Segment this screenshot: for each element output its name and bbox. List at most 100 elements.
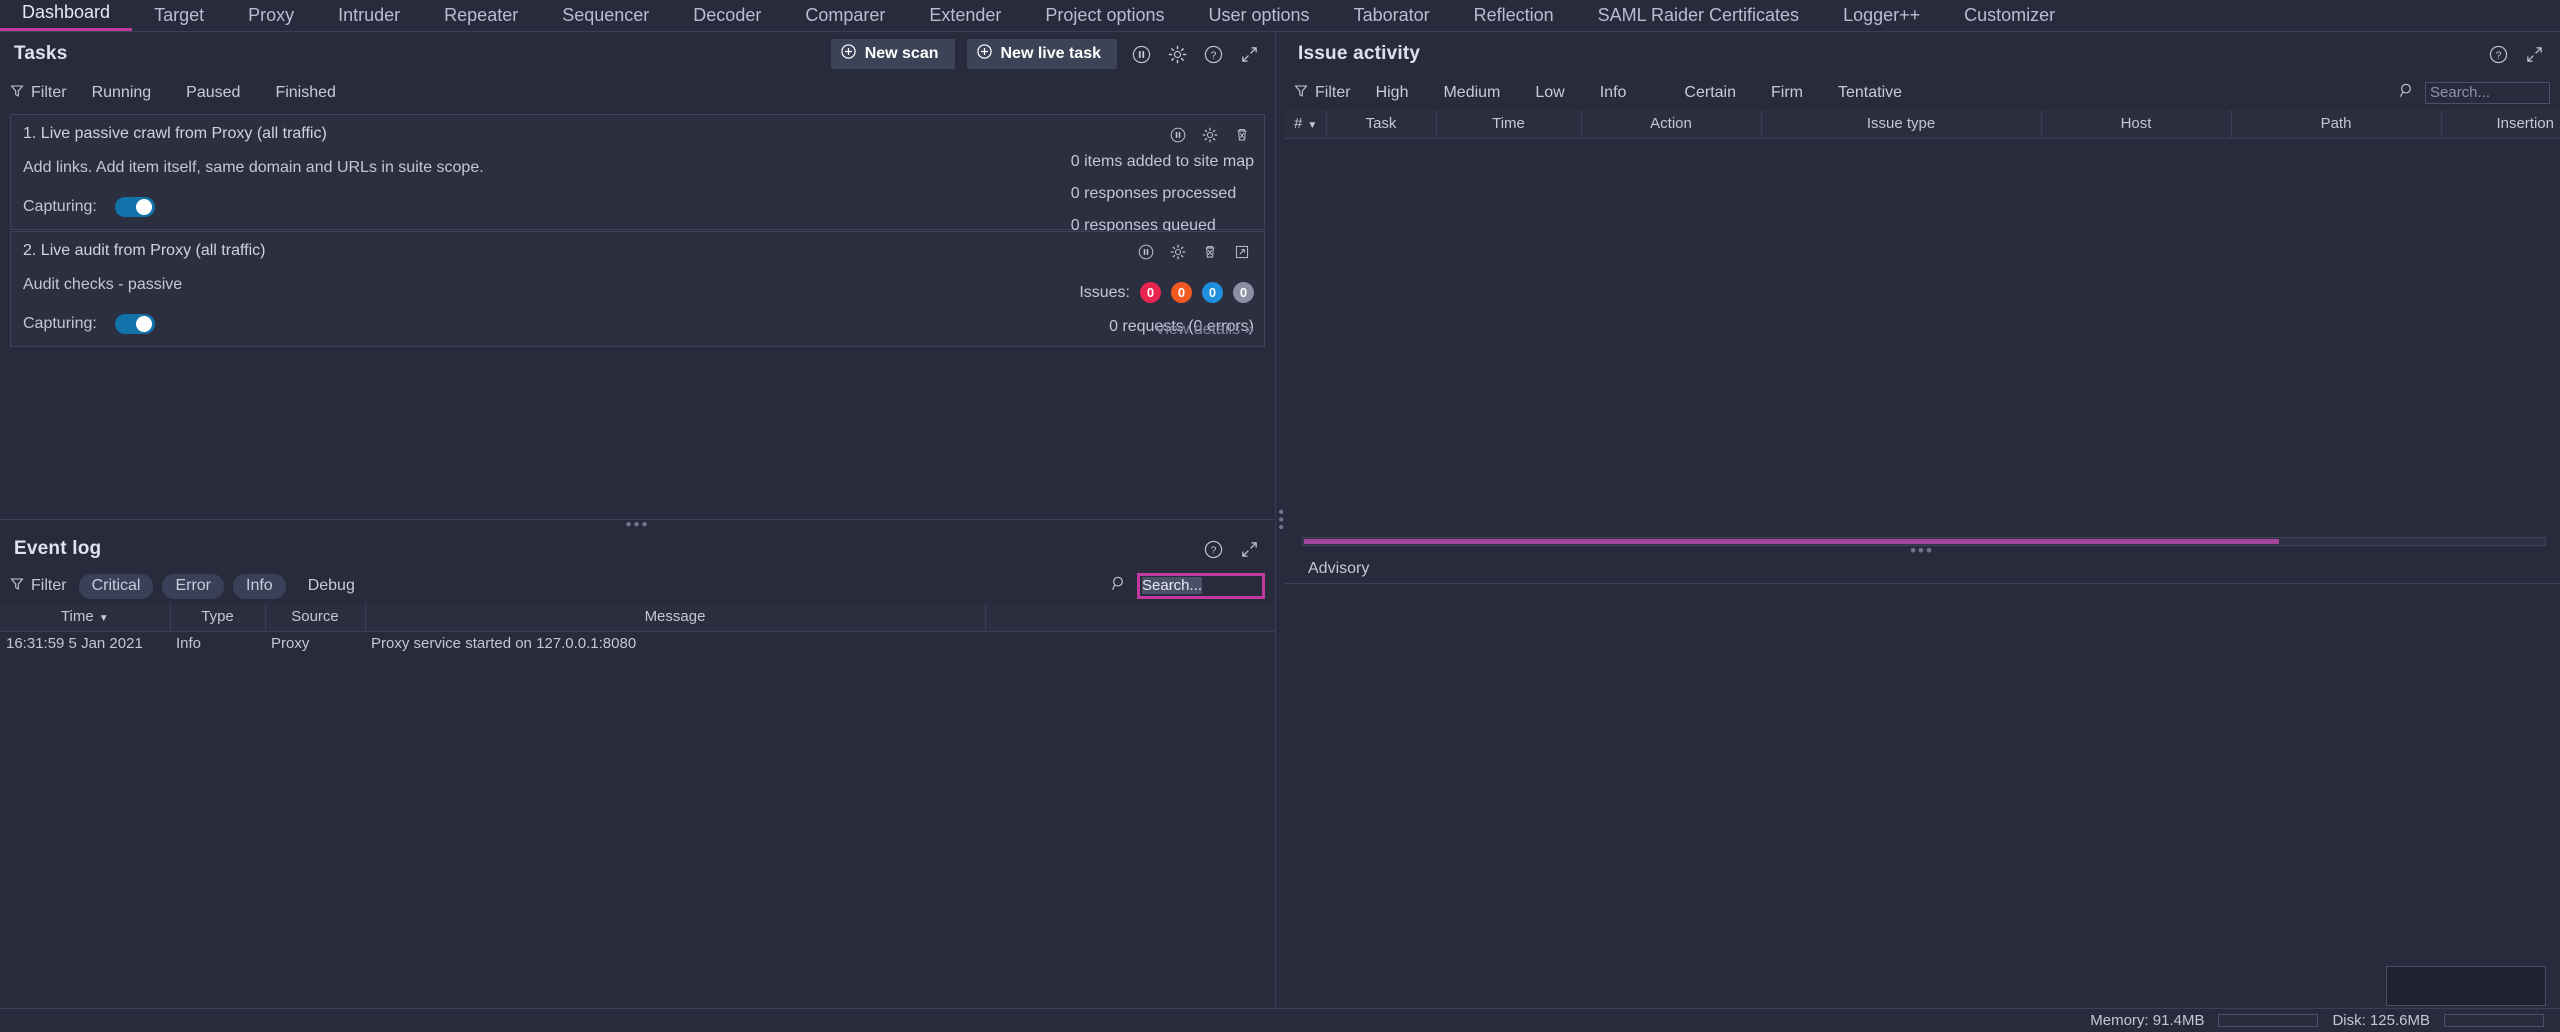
event-log-chip-error[interactable]: Error [162, 573, 225, 599]
memory-meter[interactable] [2218, 1014, 2319, 1027]
pause-all-icon[interactable] [1129, 42, 1153, 66]
tab-customizer[interactable]: Customizer [1942, 6, 2077, 31]
issue-col-path[interactable]: Path [2231, 110, 2442, 139]
left-right-splitter[interactable]: ••• [1272, 32, 1289, 1008]
event-log-header-row: Time ▼ Type Source Message [0, 603, 1275, 632]
advisory-tab-bar[interactable]: Advisory [1284, 556, 2560, 584]
event-log-col-message[interactable]: Message [365, 603, 986, 632]
issue-chip-high[interactable]: High [1363, 81, 1422, 106]
issue-activity-horizontal-scrollbar[interactable] [1302, 537, 2546, 546]
tasks-panel-actions: New scan New live task ? [830, 39, 1261, 69]
issue-col-host[interactable]: Host [2041, 110, 2232, 139]
tab-decoder[interactable]: Decoder [671, 6, 783, 31]
issue-chip-low[interactable]: Low [1522, 81, 1577, 106]
tab-comparer[interactable]: Comparer [783, 6, 907, 31]
issue-col-number[interactable]: # ▼ [1284, 110, 1327, 139]
issue-chip-info[interactable]: Info [1587, 81, 1640, 106]
tab-proxy[interactable]: Proxy [226, 6, 316, 31]
trash-icon[interactable] [1230, 123, 1254, 147]
pause-icon[interactable] [1166, 123, 1190, 147]
task-1-subtitle: Add links. Add item itself, same domain … [23, 159, 484, 176]
pause-icon[interactable] [1134, 240, 1158, 264]
event-log-filter-label[interactable]: Filter [10, 577, 67, 596]
chevron-double-right-icon: » [1245, 321, 1254, 338]
issue-activity-filter-label[interactable]: Filter [1294, 84, 1351, 103]
tab-sequencer[interactable]: Sequencer [540, 6, 671, 31]
scrollbar-thumb[interactable] [1304, 539, 2279, 544]
svg-text:?: ? [2495, 50, 2501, 61]
help-icon[interactable]: ? [1201, 537, 1225, 561]
event-log-col-time[interactable]: Time ▼ [0, 603, 171, 632]
table-row[interactable]: 16:31:59 5 Jan 2021 Info Proxy Proxy ser… [0, 631, 1275, 655]
event-log-search-input[interactable]: Search... [1137, 573, 1265, 599]
gear-icon[interactable] [1166, 240, 1190, 264]
new-scan-button[interactable]: New scan [830, 39, 955, 69]
tasks-filter-chip-finished[interactable]: Finished [262, 81, 348, 106]
tab-advisory[interactable]: Advisory [1298, 560, 1379, 583]
new-live-task-button[interactable]: New live task [966, 39, 1117, 69]
event-log-col-source[interactable]: Source [265, 603, 366, 632]
tab-intruder[interactable]: Intruder [316, 6, 422, 31]
search-icon[interactable] [1111, 575, 1128, 597]
tab-repeater[interactable]: Repeater [422, 6, 540, 31]
tasks-filter-label[interactable]: Filter [10, 84, 67, 103]
search-icon[interactable] [2399, 82, 2416, 104]
tab-reflection[interactable]: Reflection [1452, 6, 1576, 31]
event-log-filter-bar: Filter Critical Error Info Debug Search.… [0, 569, 1275, 603]
tab-user-options[interactable]: User options [1187, 6, 1332, 31]
gear-icon[interactable] [1165, 42, 1189, 66]
issue-col-action[interactable]: Action [1581, 110, 1762, 139]
tab-target[interactable]: Target [132, 6, 226, 31]
disk-meter[interactable] [2444, 1014, 2544, 1027]
issue-chip-medium[interactable]: Medium [1430, 81, 1513, 106]
event-log-actions: ? [1201, 537, 1261, 561]
disk-label: Disk: 125.6MB [2332, 1012, 2430, 1029]
help-icon[interactable]: ? [1201, 42, 1225, 66]
gear-icon[interactable] [1198, 123, 1222, 147]
event-log-col-spacer [985, 603, 1275, 632]
tasks-panel-title: Tasks [14, 43, 68, 64]
tab-logger-plus-plus[interactable]: Logger++ [1821, 6, 1942, 31]
issue-activity-search-placeholder: Search... [2430, 84, 2491, 101]
task-card-2[interactable]: 2. Live audit from Proxy (all traffic) A… [10, 231, 1265, 347]
event-log-chip-debug[interactable]: Debug [295, 574, 368, 599]
event-log-chip-critical[interactable]: Critical [78, 573, 154, 599]
task-2-issues-row: Issues: 0 0 0 0 [1079, 282, 1254, 303]
tab-extender[interactable]: Extender [907, 6, 1023, 31]
expand-icon[interactable] [2522, 42, 2546, 66]
issue-chip-certain[interactable]: Certain [1671, 81, 1749, 106]
issue-col-time[interactable]: Time [1436, 110, 1582, 139]
issue-col-issue-type[interactable]: Issue type [1761, 110, 2042, 139]
event-log-title: Event log [14, 538, 102, 559]
plus-circle-icon [976, 44, 992, 64]
task-2-capturing-toggle[interactable] [114, 314, 155, 334]
issue-advisory-splitter[interactable]: ••• [1284, 541, 2560, 560]
task-2-title: 2. Live audit from Proxy (all traffic) [23, 242, 266, 259]
tab-taborator[interactable]: Taborator [1332, 6, 1452, 31]
issue-chip-firm[interactable]: Firm [1758, 81, 1816, 106]
event-log-chip-info[interactable]: Info [233, 573, 286, 599]
help-icon[interactable]: ? [2486, 42, 2510, 66]
expand-icon[interactable] [1237, 537, 1261, 561]
tab-saml-raider-certificates[interactable]: SAML Raider Certificates [1576, 6, 1821, 31]
tasks-eventlog-splitter[interactable]: ••• [0, 515, 1275, 534]
trash-icon[interactable] [1198, 240, 1222, 264]
issue-col-task[interactable]: Task [1326, 110, 1437, 139]
tasks-filter-chip-running[interactable]: Running [79, 81, 165, 106]
issue-chip-tentative[interactable]: Tentative [1825, 81, 1915, 106]
task-card-1[interactable]: 1. Live passive crawl from Proxy (all tr… [10, 114, 1265, 234]
issue-col-insertion[interactable]: Insertion [2441, 110, 2560, 139]
issue-activity-search-input[interactable]: Search... [2425, 82, 2550, 104]
task-1-capturing-toggle[interactable] [114, 197, 155, 217]
event-log-col-type[interactable]: Type [170, 603, 266, 632]
popout-icon[interactable] [1230, 240, 1254, 264]
task-2-view-details-link[interactable]: View details » [1155, 321, 1254, 339]
tab-dashboard[interactable]: Dashboard [0, 3, 132, 31]
view-details-label: View details [1155, 321, 1241, 338]
main-tab-bar[interactable]: Dashboard Target Proxy Intruder Repeater… [0, 0, 2560, 32]
tasks-filter-chip-paused[interactable]: Paused [173, 81, 253, 106]
expand-icon[interactable] [1237, 42, 1261, 66]
event-log-cell-source: Proxy [271, 634, 310, 652]
event-log-search-wrap: Search... [1111, 573, 1265, 599]
tab-project-options[interactable]: Project options [1023, 6, 1186, 31]
